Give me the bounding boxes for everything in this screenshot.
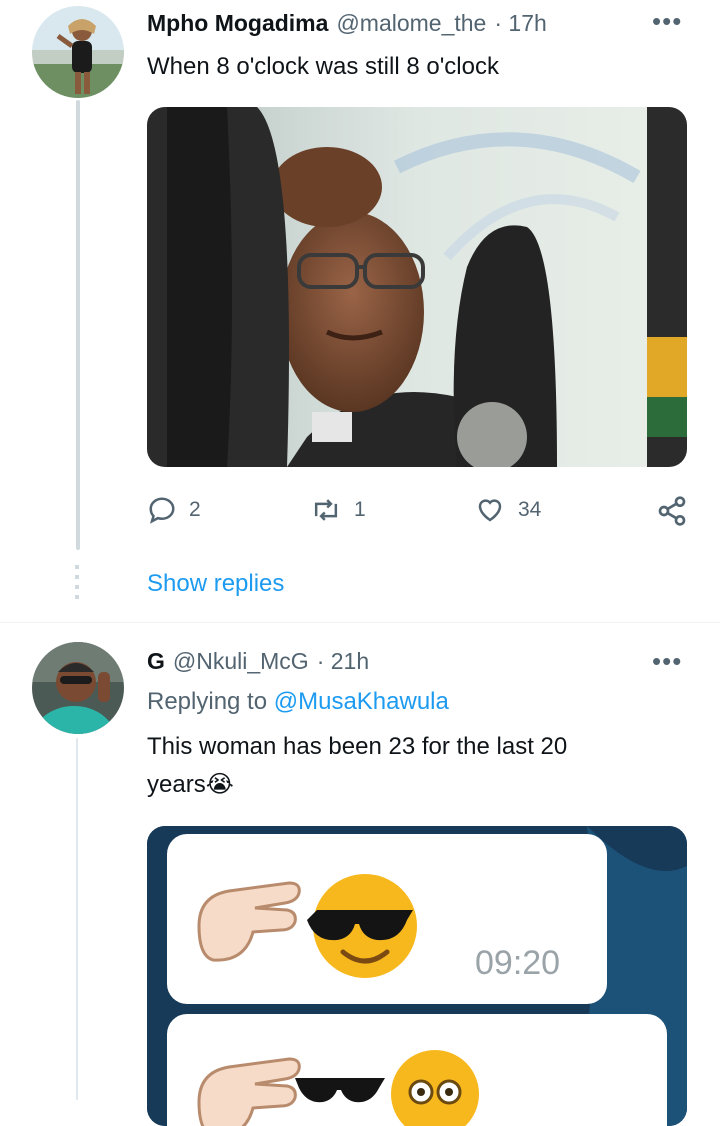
reply-button[interactable]: 2 <box>147 495 201 525</box>
author-name[interactable]: Mpho Mogadima <box>147 10 328 37</box>
avatar-g[interactable] <box>32 642 124 734</box>
show-replies-link[interactable]: Show replies <box>147 570 284 598</box>
tweet2-text-line2: years😭 <box>147 771 234 798</box>
tweet-photo[interactable]: 09:20 <box>147 826 687 1126</box>
retweet-icon <box>314 499 338 521</box>
author-handle[interactable]: @malome_the <box>336 10 486 37</box>
dotted-thread-icon <box>75 565 79 605</box>
retweet-count: 1 <box>354 498 366 521</box>
tweet-photo[interactable] <box>147 107 687 467</box>
tweet-divider <box>0 622 720 623</box>
tweet2-header: G @Nkuli_McG · 21h <box>147 648 369 675</box>
author-name[interactable]: G <box>147 648 165 675</box>
replying-prefix: Replying to <box>147 688 268 715</box>
reply-icon <box>149 497 175 524</box>
avatar-mpho[interactable] <box>32 6 124 98</box>
tweet2-text-line1: This woman has been 23 for the last 20 <box>147 733 568 760</box>
share-icon <box>658 496 686 526</box>
author-handle[interactable]: @Nkuli_McG <box>173 648 309 675</box>
tweet1-header: Mpho Mogadima @malome_the · 17h <box>147 10 547 37</box>
tweet-time[interactable]: · 21h <box>317 648 369 675</box>
like-button[interactable]: 34 <box>474 495 541 525</box>
tweet-time[interactable]: · 17h <box>494 10 546 37</box>
chat-bubble-time: 09:20 <box>475 944 561 982</box>
reply-count: 2 <box>189 498 201 521</box>
retweet-button[interactable]: 1 <box>310 495 366 525</box>
replying-to: Replying to @MusaKhawula <box>147 688 449 716</box>
more-dots-icon[interactable]: ••• <box>652 646 682 677</box>
like-count: 34 <box>518 498 542 521</box>
heart-icon <box>478 499 502 522</box>
more-dots-icon[interactable]: ••• <box>652 6 682 37</box>
tweet-text: When 8 o'clock was still 8 o'clock <box>147 53 499 80</box>
thread-line <box>76 100 80 550</box>
thread-line <box>76 738 78 1100</box>
share-button[interactable] <box>656 495 688 527</box>
replying-handle-link[interactable]: @MusaKhawula <box>274 688 449 715</box>
